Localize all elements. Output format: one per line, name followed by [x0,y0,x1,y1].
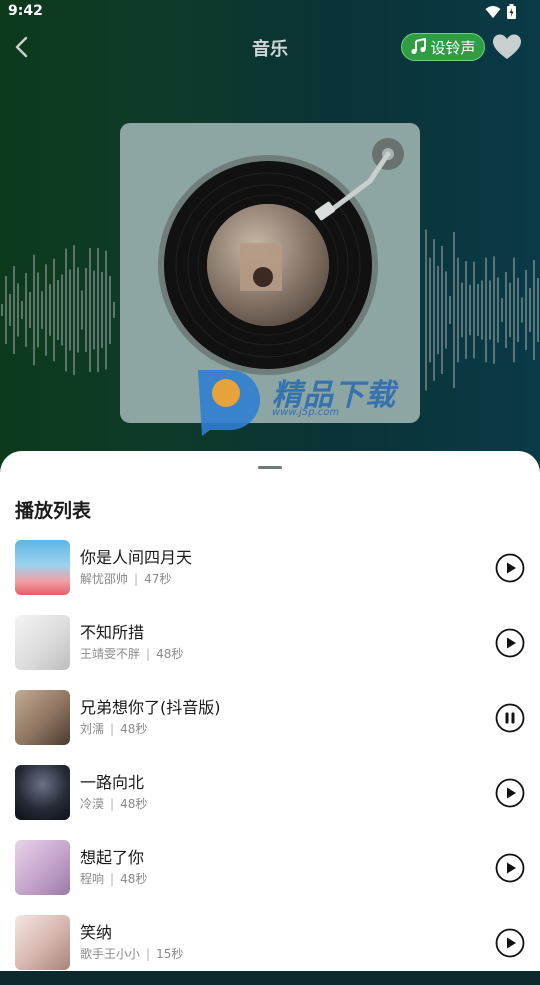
song-artist: 解忧邵帅 [80,572,129,586]
meta-separator: | [110,797,115,811]
list-item[interactable]: 不知所措 王靖雯不胖 | 48秒 [0,615,540,685]
song-meta: 歌手王小小 | 15秒 [80,945,183,962]
list-item[interactable]: 你是人间四月天 解忧邵帅 | 47秒 [0,540,540,610]
status-time: 9:42 [8,3,43,19]
heart-icon[interactable] [492,33,522,61]
song-artist: 王靖雯不胖 [80,647,141,661]
song-duration: 48秒 [120,797,148,811]
song-artist: 程响 [80,872,105,886]
status-icons [485,4,516,19]
watermark-url: www.j5p.com [272,407,340,418]
song-meta: 刘濡 | 48秒 [80,720,147,737]
play-icon[interactable] [495,853,525,883]
meta-separator: | [146,947,151,961]
song-title: 一路向北 [80,773,145,792]
song-meta: 王靖雯不胖 | 48秒 [80,645,183,662]
set-ringtone-label: 设铃声 [430,38,476,57]
song-meta: 冷漠 | 48秒 [80,795,147,812]
song-duration: 15秒 [156,947,184,961]
song-title: 笑纳 [80,923,113,942]
song-title: 想起了你 [80,848,145,867]
play-icon[interactable] [495,628,525,658]
play-icon[interactable] [495,778,525,808]
meta-separator: | [110,722,115,736]
song-meta: 解忧邵帅 | 47秒 [80,570,171,587]
music-note-icon [411,38,427,55]
song-duration: 48秒 [156,647,184,661]
album-cover [15,765,70,820]
set-ringtone-button[interactable]: 设铃声 [401,33,485,61]
battery-icon [507,4,516,19]
play-icon[interactable] [495,553,525,583]
song-artist: 冷漠 [80,797,105,811]
play-icon[interactable] [495,928,525,958]
song-title: 你是人间四月天 [80,548,193,567]
list-item[interactable]: 笑纳 歌手王小小 | 15秒 [0,915,540,985]
meta-separator: | [146,647,151,661]
album-cover [15,690,70,745]
song-duration: 48秒 [120,722,148,736]
playlist-title: 播放列表 [15,500,92,522]
song-title: 不知所措 [80,623,145,642]
song-title: 兄弟想你了(抖音版) [80,698,221,717]
top-bar: 音乐 设铃声 [0,26,540,68]
pause-icon[interactable] [495,703,525,733]
song-artist: 刘濡 [80,722,105,736]
song-meta: 程响 | 48秒 [80,870,147,887]
song-duration: 48秒 [120,872,148,886]
album-cover [15,540,70,595]
list-item[interactable]: 一路向北 冷漠 | 48秒 [0,765,540,835]
meta-separator: | [134,572,139,586]
song-duration: 47秒 [144,572,172,586]
list-item[interactable]: 想起了你 程响 | 48秒 [0,840,540,910]
list-item[interactable]: 兄弟想你了(抖音版) 刘濡 | 48秒 [0,690,540,760]
album-cover [15,840,70,895]
album-cover [15,615,70,670]
status-bar: 9:42 [0,0,540,24]
meta-separator: | [110,872,115,886]
album-cover [15,915,70,970]
wifi-icon [485,5,501,18]
drag-handle[interactable] [258,466,282,469]
playlist-sheet: 播放列表 你是人间四月天 解忧邵帅 | 47秒 不知所措 王靖雯不胖 | 48秒 兄弟想… [0,451,540,971]
song-artist: 歌手王小小 [80,947,141,961]
